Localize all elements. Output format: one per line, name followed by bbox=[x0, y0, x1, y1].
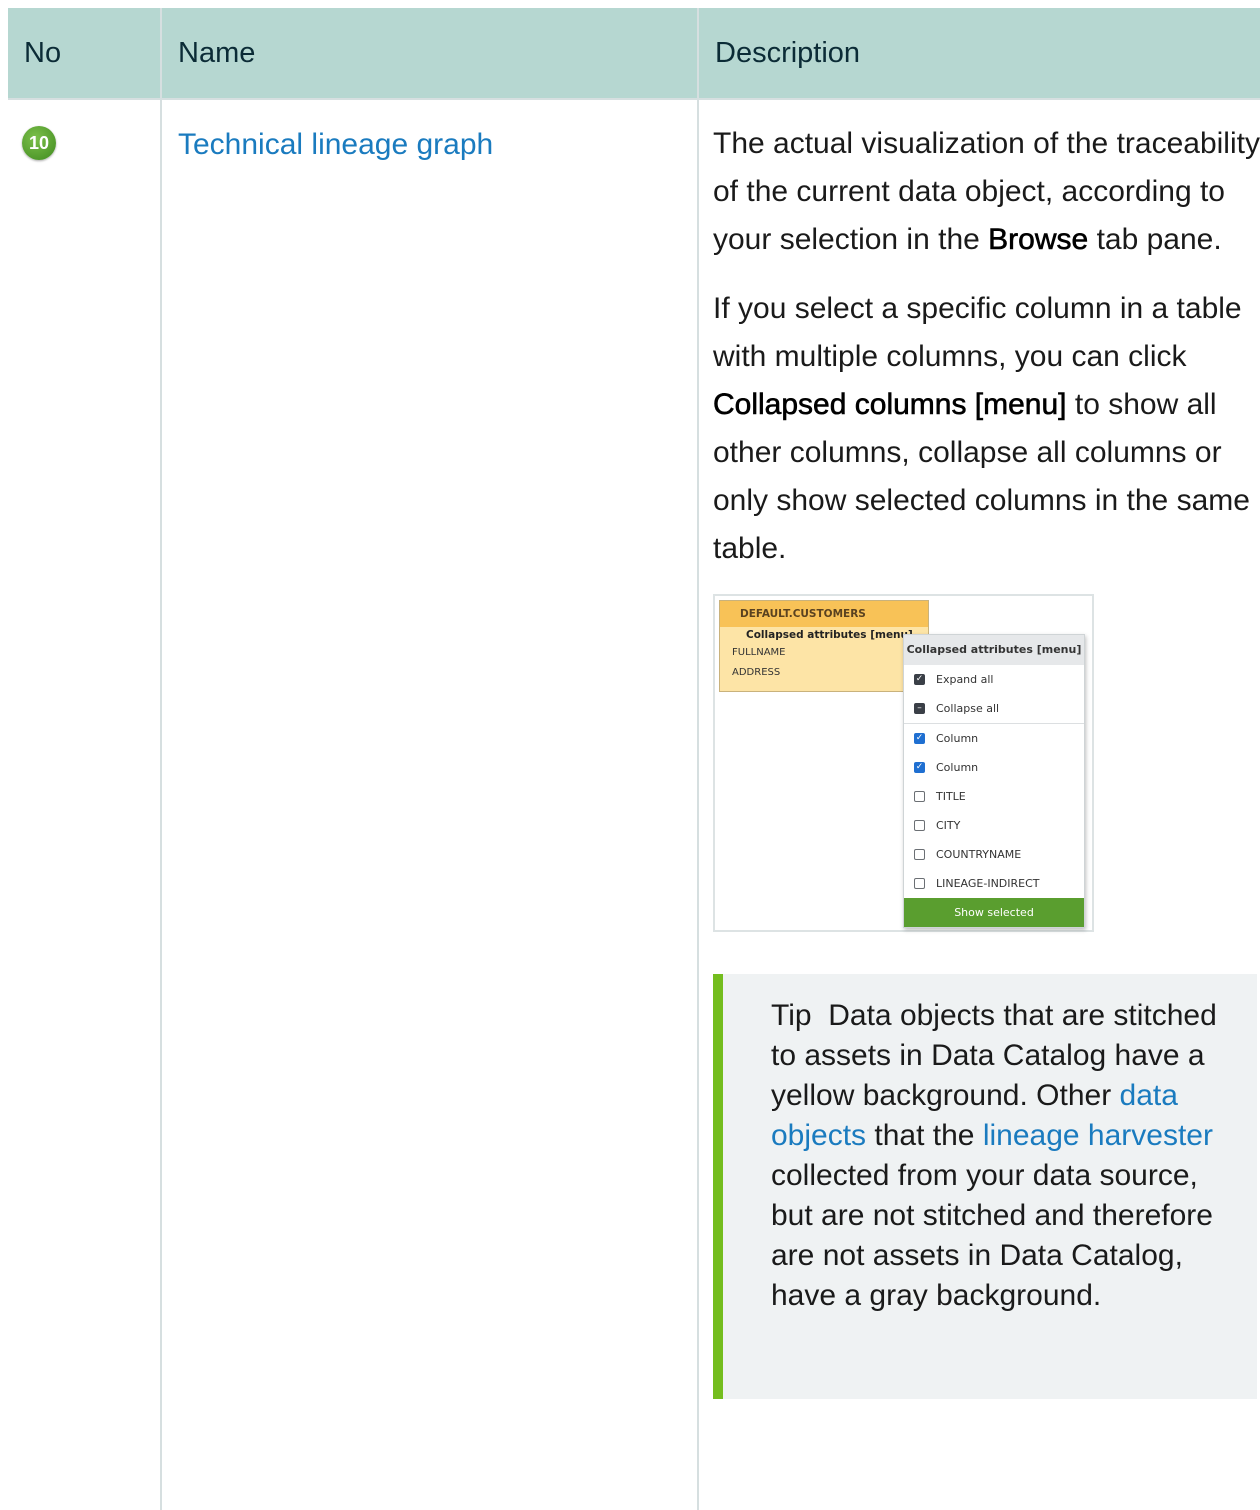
menu-item-label: CITY bbox=[936, 819, 961, 832]
menu-item-label: Column bbox=[936, 761, 979, 774]
header-row: No Name Description bbox=[8, 8, 1260, 100]
description-paragraph-2: If you select a specific column in a tab… bbox=[713, 285, 1260, 573]
checkbox-empty-icon[interactable] bbox=[914, 849, 925, 860]
description-paragraph-1: The actual visualization of the traceabi… bbox=[713, 120, 1260, 264]
tip-text-3: collected from your data source, but are… bbox=[771, 1159, 1213, 1312]
collapsed-attributes-menu: Collapsed attributes [menu] ✓ Expand all… bbox=[903, 634, 1085, 928]
p1-bold: Browse bbox=[988, 223, 1089, 257]
header-name: Name bbox=[161, 8, 699, 100]
menu-item-label: Column bbox=[936, 732, 979, 745]
table-node-title: DEFAULT.CUSTOMERS bbox=[720, 601, 928, 627]
page: No Name Description 10 Technical lineage… bbox=[0, 0, 1260, 1510]
checkbox-checked-icon[interactable]: ✓ bbox=[914, 733, 925, 744]
menu-item-column[interactable]: ✓ Column bbox=[904, 753, 1084, 782]
menu-item-label: TITLE bbox=[936, 790, 966, 803]
documentation-table: No Name Description 10 Technical lineage… bbox=[8, 8, 1260, 1510]
checkbox-empty-icon[interactable] bbox=[914, 791, 925, 802]
table-row: 10 Technical lineage graph The actual vi… bbox=[8, 99, 1260, 1510]
show-selected-button[interactable]: Show selected bbox=[904, 898, 1084, 927]
description: The actual visualization of the traceabi… bbox=[699, 100, 1260, 1399]
p1-text-b: tab pane. bbox=[1096, 223, 1222, 256]
cell-no: 10 bbox=[8, 99, 162, 1510]
menu-item-label: COUNTRYNAME bbox=[936, 848, 1022, 861]
lineage-harvester-link[interactable]: lineage harvester bbox=[983, 1119, 1213, 1152]
table-node-row: ADDRESS bbox=[732, 667, 781, 678]
tip-callout: Tip Data objects that are stitched to as… bbox=[713, 974, 1257, 1399]
name-link[interactable]: Technical lineage graph bbox=[178, 128, 697, 162]
menu-item-column[interactable]: LINEAGE-INDIRECT bbox=[904, 869, 1084, 898]
menu-item-expand-all[interactable]: ✓ Expand all bbox=[904, 665, 1084, 694]
menu-item-column[interactable]: CITY bbox=[904, 811, 1084, 840]
p2-bold: Collapsed columns [menu] bbox=[713, 388, 1067, 422]
checkbox-checked-icon[interactable]: ✓ bbox=[914, 762, 925, 773]
header-no: No bbox=[8, 8, 162, 100]
menu-item-column[interactable]: ✓ Column bbox=[904, 723, 1084, 753]
tip-label: Tip bbox=[771, 999, 812, 1032]
collapsed-attributes-label[interactable]: Collapsed attributes [menu] bbox=[720, 627, 928, 643]
checked-box-icon: ✓ bbox=[914, 674, 925, 685]
p2-text-a: If you select a specific column in a tab… bbox=[713, 292, 1242, 373]
menu-item-label: Collapse all bbox=[936, 702, 1000, 715]
embedded-screenshot: DEFAULT.CUSTOMERS Collapsed attributes [… bbox=[713, 594, 1094, 932]
menu-item-column[interactable]: TITLE bbox=[904, 782, 1084, 811]
menu-item-collapse-all[interactable]: – Collapse all bbox=[904, 694, 1084, 723]
checkbox-empty-icon[interactable] bbox=[914, 878, 925, 889]
cell-description: The actual visualization of the traceabi… bbox=[698, 99, 1260, 1510]
tip-text-2: that the bbox=[874, 1119, 975, 1152]
table-node-row: FULLNAME bbox=[732, 647, 786, 658]
menu-item-column[interactable]: COUNTRYNAME bbox=[904, 840, 1084, 869]
menu-item-label: Expand all bbox=[936, 673, 994, 686]
cell-name: Technical lineage graph bbox=[161, 99, 699, 1510]
table-node: DEFAULT.CUSTOMERS Collapsed attributes [… bbox=[719, 600, 929, 692]
menu-item-label: LINEAGE-INDIRECT bbox=[936, 877, 1040, 890]
checkbox-empty-icon[interactable] bbox=[914, 820, 925, 831]
number-badge: 10 bbox=[22, 126, 56, 160]
header-description: Description bbox=[698, 8, 1260, 100]
minus-box-icon: – bbox=[914, 703, 925, 714]
menu-title: Collapsed attributes [menu] bbox=[904, 635, 1084, 665]
